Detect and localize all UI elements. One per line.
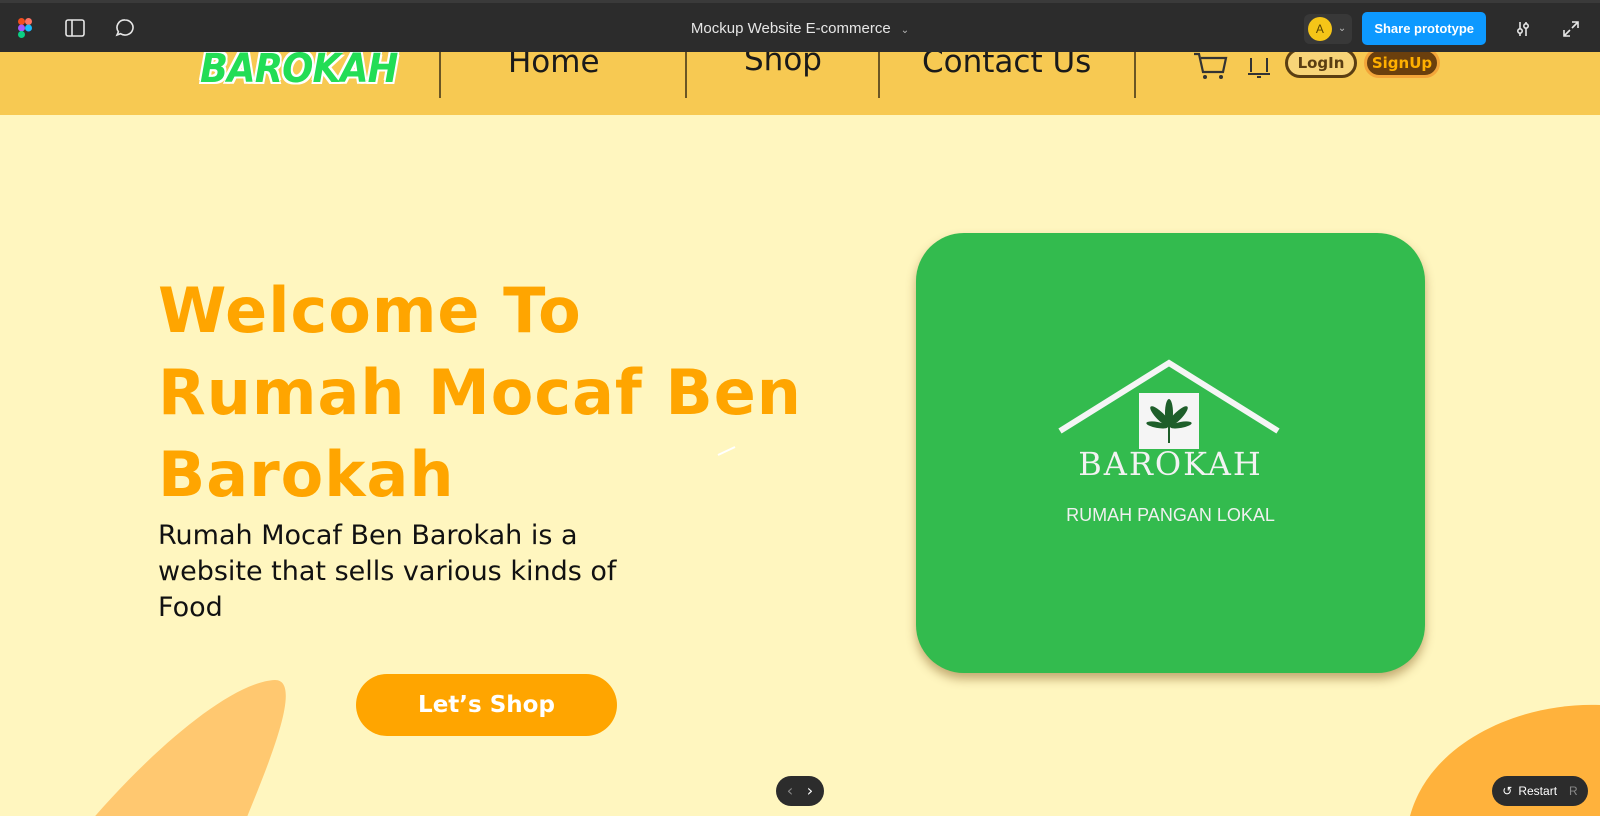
hero-title-line: Rumah Mocaf Ben [158,356,802,429]
site-brand-logo[interactable]: BAROKAH [200,52,398,92]
logo-brand-name: BAROKAH [1078,445,1263,483]
chevron-down-icon: ⌄ [1337,23,1347,34]
nav-divider [685,52,687,98]
decorative-stroke [717,446,736,456]
hero-title: Welcome To Rumah Mocaf Ben Barokah [158,270,802,516]
nav-divider [1134,52,1136,98]
fullscreen-icon[interactable] [1560,18,1582,40]
nav-link-home[interactable]: Home [508,52,600,80]
frame-pager: ‹ › [776,776,824,806]
nav-divider [439,52,441,98]
signup-button[interactable]: SignUp [1364,52,1440,78]
nav-divider [878,52,880,98]
site-navbar: BAROKAH Home Shop Contact Us LogIn SignU… [0,52,1600,115]
hero-title-line: Barokah [158,438,455,511]
hero-subtitle: Rumah Mocaf Ben Barokah is a website tha… [158,520,617,623]
lets-shop-button[interactable]: Let’s Shop [356,674,617,736]
prototype-canvas: BAROKAH Home Shop Contact Us LogIn SignU… [0,52,1600,816]
settings-sliders-icon[interactable] [1512,18,1534,40]
next-frame-icon[interactable]: › [807,783,813,799]
hero-title-line: Welcome To [158,274,582,347]
figma-toolbar: Mockup Website E-commerce ⌄ A ⌄ Share pro… [0,0,1600,52]
previous-frame-icon[interactable]: ‹ [787,783,793,799]
shopping-cart-icon[interactable] [1192,52,1228,80]
logo-tagline: RUMAH PANGAN LOKAL [1066,505,1275,525]
restart-label: Restart [1518,784,1558,798]
brand-logo-card: BAROKAH RUMAH PANGAN LOKAL [916,233,1425,673]
chevron-down-icon: ⌄ [900,25,910,36]
avatar: A [1307,16,1332,41]
user-menu[interactable]: A ⌄ [1303,13,1353,44]
notification-bell-icon[interactable] [1245,52,1273,80]
restart-shortcut-key: R [1569,784,1578,798]
restart-button[interactable]: ↺ Restart R [1492,776,1588,806]
decorative-leaf-shape [95,680,286,816]
share-prototype-button[interactable]: Share prototype [1362,12,1486,45]
nav-link-shop[interactable]: Shop [744,52,822,78]
restart-icon: ↺ [1502,784,1513,798]
nav-link-contact-us[interactable]: Contact Us [922,52,1091,80]
login-button[interactable]: LogIn [1285,52,1357,78]
toolbar-right-group: A ⌄ Share prototype [1303,12,1586,45]
leaf-logo-icon [1146,399,1192,443]
